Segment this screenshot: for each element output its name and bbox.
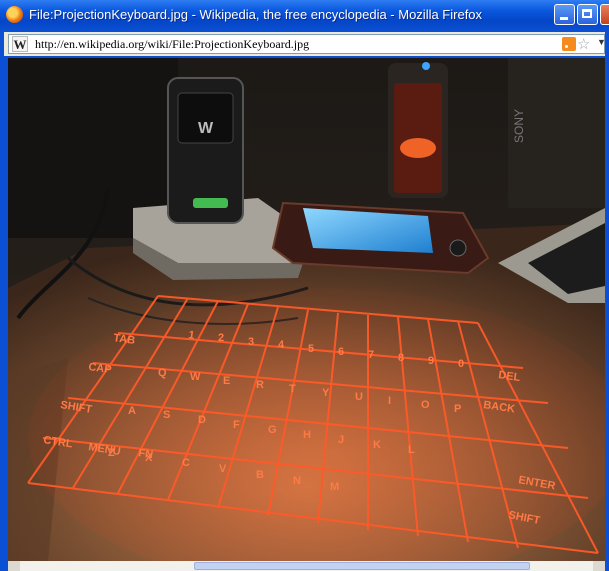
image-viewport: W SONY TAB CAP SHIFT CTRL MENU FN DEL BA… (8, 58, 605, 561)
svg-text:M: M (330, 481, 339, 493)
svg-text:6: 6 (338, 346, 344, 358)
svg-text:4: 4 (278, 339, 285, 351)
svg-text:W: W (190, 371, 201, 383)
scroll-right-button[interactable] (593, 561, 605, 571)
dropdown-arrow-icon[interactable]: ▼ (597, 37, 606, 47)
svg-text:C: C (182, 457, 190, 469)
svg-text:D: D (198, 414, 206, 426)
svg-text:9: 9 (428, 355, 434, 367)
walkman-logo: W (198, 120, 214, 137)
svg-text:7: 7 (368, 349, 374, 361)
svg-text:B: B (256, 469, 264, 481)
svg-text:I: I (388, 395, 391, 407)
window-title: File:ProjectionKeyboard.jpg - Wikipedia,… (29, 7, 483, 22)
wikipedia-site-icon: W (12, 36, 28, 52)
maximize-button[interactable] (577, 4, 598, 25)
svg-text:P: P (454, 403, 461, 415)
svg-text:S: S (163, 409, 170, 421)
url-text[interactable]: http://en.wikipedia.org/wiki/File:Projec… (35, 37, 309, 52)
browser-window: File:ProjectionKeyboard.jpg - Wikipedia,… (0, 0, 609, 571)
svg-text:N: N (293, 475, 301, 487)
bookmark-star-icon[interactable]: ☆ (577, 35, 590, 53)
horizontal-scrollbar[interactable] (8, 561, 605, 571)
svg-text:U: U (355, 391, 363, 403)
rss-feed-icon[interactable] (562, 37, 576, 51)
navigation-toolbar: W http://en.wikipedia.org/wiki/File:Proj… (4, 32, 606, 56)
projection-keyboard-photo: W SONY TAB CAP SHIFT CTRL MENU FN DEL BA… (8, 58, 605, 561)
firefox-icon (6, 6, 23, 23)
svg-text:3: 3 (248, 336, 254, 348)
title-bar[interactable]: File:ProjectionKeyboard.jpg - Wikipedia,… (0, 0, 609, 30)
scroll-left-button[interactable] (8, 561, 20, 571)
svg-text:H: H (303, 429, 311, 441)
svg-text:Y: Y (322, 387, 330, 399)
svg-text:F: F (233, 419, 240, 431)
svg-text:T: T (289, 383, 296, 395)
svg-text:X: X (145, 452, 153, 464)
sony-label: SONY (512, 109, 526, 143)
scroll-thumb[interactable] (194, 562, 530, 570)
svg-text:R: R (256, 379, 264, 391)
svg-text:J: J (338, 434, 344, 446)
close-button[interactable] (600, 4, 609, 25)
svg-text:2: 2 (218, 332, 224, 344)
svg-text:5: 5 (308, 343, 314, 355)
minimize-button[interactable] (554, 4, 575, 25)
svg-text:L: L (408, 444, 415, 456)
svg-text:0: 0 (458, 358, 464, 370)
svg-text:E: E (223, 375, 230, 387)
svg-text:O: O (421, 399, 430, 411)
svg-text:Q: Q (158, 367, 167, 379)
svg-text:K: K (373, 439, 381, 451)
svg-text:G: G (268, 424, 277, 436)
url-bar[interactable]: W http://en.wikipedia.org/wiki/File:Proj… (8, 34, 606, 54)
svg-text:V: V (219, 463, 227, 475)
svg-text:Z: Z (108, 447, 115, 459)
svg-text:8: 8 (398, 352, 404, 364)
svg-text:A: A (128, 405, 136, 417)
